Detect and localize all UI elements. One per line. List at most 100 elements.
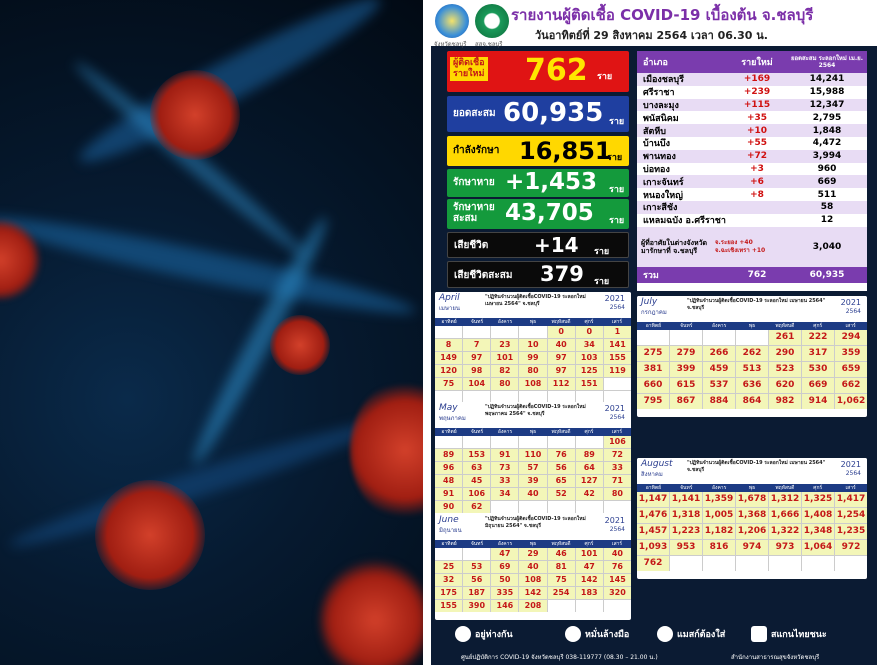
weekday-label: จันทร์	[680, 323, 693, 329]
calendar-day-cell: 142	[575, 574, 603, 586]
stat-label: รักษาหาย	[453, 177, 495, 188]
weekday-label: พฤหัสบดี	[775, 485, 795, 491]
calendar-day-cell	[736, 556, 768, 571]
calendar-day-cell: 795	[637, 394, 669, 409]
stat-new-cases: ผู้ติดเชื้อ รายใหม่ 762 ราย	[447, 51, 629, 92]
health-office-logo	[475, 4, 509, 38]
district-cumulative: 960	[817, 163, 837, 174]
hotline-text: ศูนย์ปฏิบัติการ COVID-19 จังหวัดชลบุรี 0…	[461, 654, 658, 661]
calendar-day-cell: 1,141	[670, 492, 702, 507]
calendar-day-cell: 153	[463, 449, 491, 461]
calendar-day-cell	[703, 330, 735, 345]
calendar-day-cell: 75	[435, 378, 463, 390]
calendar-month-thai: สิงหาคม	[641, 471, 663, 478]
district-cumulative: 2,795	[812, 112, 842, 123]
calendar-day-cell: 73	[491, 462, 519, 474]
table-header: อำเภอ รายใหม่ ยอดสะสม ระลอกใหม่ เม.ย. 25…	[637, 51, 867, 73]
stat-label: ผู้ติดเชื้อ รายใหม่	[450, 57, 488, 81]
weekday-label: ศุกร์	[813, 323, 823, 329]
calendar-day-cell	[603, 378, 631, 390]
calendar-thai-year: 2564	[609, 526, 625, 533]
health-office-logo-caption: สสจ.ชลบุรี	[475, 41, 503, 48]
calendar-day-cell	[463, 548, 491, 560]
distance-icon	[455, 626, 471, 642]
stat-value: 379	[540, 262, 584, 286]
calendar-day-cell	[575, 600, 603, 612]
district-cumulative: 1,848	[812, 125, 842, 136]
calendar-day-cell: 81	[547, 561, 575, 573]
calendar-day-cell	[603, 600, 631, 612]
calendar-day-cell	[769, 556, 801, 571]
calendar-day-cell: 914	[802, 394, 834, 409]
stat-cumulative: ยอดสะสม 60,935 ราย	[447, 96, 629, 132]
calendar-day-cell: 0	[575, 326, 603, 338]
stat-deaths: เสียชีวิต +14 ราย	[447, 232, 629, 258]
calendar-day-cell: 1,368	[736, 508, 768, 523]
calendar-day-cell: 1,476	[637, 508, 669, 523]
calendar-day-cell: 97	[463, 352, 491, 364]
weekday-label: จันทร์	[470, 429, 484, 435]
weekday-label: อาทิตย์	[645, 485, 662, 491]
calendar-day-cell: 145	[603, 574, 631, 586]
calendar-day-cell: 40	[519, 488, 547, 500]
calendar-day-cell: 33	[603, 462, 631, 474]
virus-particle	[95, 480, 205, 590]
outside-province-row: ผู้ที่อาศัยในต่างจังหวัด มารักษาที่ จ.ชล…	[637, 226, 867, 267]
calendar-day-cell: 149	[435, 352, 463, 364]
calendar-day-cell: 48	[435, 475, 463, 487]
calendar-month: June	[439, 515, 459, 525]
weekday-label: พฤหัสบดี	[551, 541, 571, 547]
district-cumulative: 4,472	[812, 138, 842, 149]
calendar-day-cell: 973	[769, 540, 801, 555]
calendar-day-cell: 275	[637, 346, 669, 361]
calendar-day-cell: 10	[519, 339, 547, 351]
calendar-day-cell: 47	[575, 561, 603, 573]
calendar-day-cell: 89	[575, 449, 603, 461]
district-row: หนองใหญ่ +8 511	[637, 188, 867, 201]
calendar-day-cell: 56	[463, 574, 491, 586]
weekday-label: เสาร์	[845, 323, 856, 329]
calendar-day-cell: 91	[491, 449, 519, 461]
outside-value: 3,040	[812, 241, 842, 252]
calendar-day-cell: 127	[575, 475, 603, 487]
calendar-day-cell: 222	[802, 330, 834, 345]
calendar-day-cell: 262	[736, 346, 768, 361]
calendar-day-cell	[547, 436, 575, 448]
calendar-day-cell: 39	[519, 475, 547, 487]
calendar-month-thai: กรกฎาคม	[641, 309, 667, 316]
calendar-day-cell: 23	[491, 339, 519, 351]
calendar-day-cell: 0	[547, 326, 575, 338]
calendar-day-cell: 1,318	[670, 508, 702, 523]
calendar-day-cell: 864	[736, 394, 768, 409]
calendar-day-cell: 33	[491, 475, 519, 487]
calendar-day-cell: 76	[603, 561, 631, 573]
weekday-label: พุธ	[529, 429, 537, 435]
calendar-day-cell: 80	[491, 378, 519, 390]
calendar-day-cell: 537	[703, 378, 735, 393]
calendar-day-cell: 34	[491, 488, 519, 500]
office-text: สำนักงานสาธารณสุขจังหวัดชลบุรี	[731, 654, 820, 661]
calendar-day-cell: 90	[435, 501, 463, 513]
report-title: รายงานผู้ติดเชื้อ COVID-19 เบื้องต้น จ.ช…	[511, 6, 814, 24]
report-header: จังหวัดชลบุรี สสจ.ชลบุรี รายงานผู้ติดเชื…	[431, 0, 877, 48]
stat-value: 60,935	[503, 98, 604, 128]
calendar-day-cell	[670, 330, 702, 345]
weekday-label: ศุกร์	[584, 319, 594, 325]
calendar-day-cell: 183	[575, 587, 603, 599]
calendar-day-cell: 317	[802, 346, 834, 361]
calendar-thai-year: 2564	[845, 470, 861, 477]
calendar-title: "ปฏิทินจำนวนผู้ติดเชื้อCOVID-19 ระลอกใหม…	[485, 516, 586, 529]
district-new: +55	[746, 138, 768, 149]
virus-particle	[350, 380, 423, 520]
calendar-day-cell: 155	[435, 600, 463, 612]
stat-unit: ราย	[607, 153, 623, 163]
weekday-label: เสาร์	[845, 485, 856, 491]
outside-label: ผู้ที่อาศัยในต่างจังหวัด มารักษาที่ จ.ชล…	[641, 238, 708, 255]
column-header: ยอดสะสม ระลอกใหม่ เม.ย. 2564	[791, 55, 863, 69]
calendar-may: May พฤษภาคม "ปฏิทินจำนวนผู้ติดเชื้อCOVID…	[435, 402, 631, 521]
calendar-day-cell: 64	[575, 462, 603, 474]
stat-value: 762	[525, 53, 588, 88]
calendar-day-cell: 101	[491, 352, 519, 364]
calendar-day-cell: 89	[435, 449, 463, 461]
outside-note: จ.ฉะเชิงเทรา +10	[715, 246, 766, 254]
